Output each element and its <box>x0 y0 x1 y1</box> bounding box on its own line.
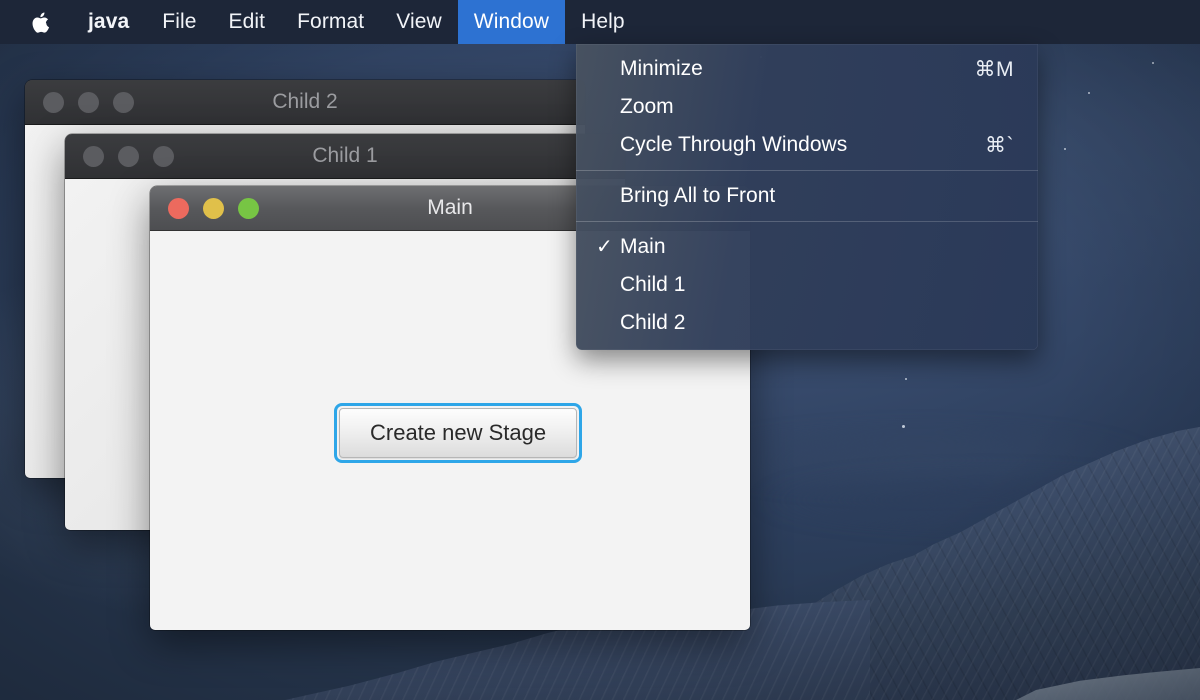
minimize-button-main[interactable] <box>203 197 224 219</box>
traffic-lights-child-1 <box>65 145 174 167</box>
menu-item-label: Help <box>581 10 625 33</box>
menu-item-label: File <box>162 10 197 33</box>
menu-item-label: java <box>88 10 130 33</box>
desktop: Child 2 Child 1 Main Create new Stage ja… <box>0 0 1200 700</box>
titlebar-child-1[interactable]: Child 1 <box>65 134 625 179</box>
menu-bar: java File Edit Format View Window Help <box>0 0 1200 44</box>
menu-option-zoom[interactable]: Zoom <box>576 88 1038 126</box>
menu-option-shortcut: ⌘M <box>974 57 1014 81</box>
traffic-lights-child-2 <box>25 91 134 113</box>
menu-option-label: Zoom <box>620 95 674 118</box>
minimize-button-child-1[interactable] <box>118 145 139 167</box>
checkmark-icon: ✓ <box>596 236 613 258</box>
create-new-stage-button[interactable]: Create new Stage <box>339 408 578 458</box>
close-button-child-2[interactable] <box>43 91 64 113</box>
apple-menu[interactable] <box>0 0 71 44</box>
star-icon <box>905 378 907 380</box>
menu-option-shortcut: ⌘` <box>985 133 1014 157</box>
menu-option-label: Main <box>620 235 666 258</box>
menu-option-label: Bring All to Front <box>620 184 776 207</box>
create-new-stage-button-wrapper: Create new Stage <box>334 403 583 463</box>
maximize-button-child-1[interactable] <box>153 145 174 167</box>
menu-separator <box>576 170 1038 171</box>
menu-item-java[interactable]: java <box>71 0 146 44</box>
menu-item-format[interactable]: Format <box>281 0 380 44</box>
menu-option-bring-all-to-front[interactable]: Bring All to Front <box>576 177 1038 215</box>
menu-item-view[interactable]: View <box>380 0 458 44</box>
traffic-lights-main <box>150 197 259 219</box>
menu-item-label: View <box>396 10 442 33</box>
menu-option-label: Minimize <box>620 57 703 80</box>
menu-option-label: Child 2 <box>620 311 686 334</box>
menu-option-label: Cycle Through Windows <box>620 133 848 156</box>
menu-item-label: Window <box>473 10 550 33</box>
star-icon <box>1152 62 1154 64</box>
menu-separator <box>576 221 1038 222</box>
titlebar-child-2[interactable]: Child 2 <box>25 80 585 125</box>
star-icon <box>902 425 905 428</box>
menu-option-minimize[interactable]: Minimize ⌘M <box>576 50 1038 88</box>
menu-option-label: Child 1 <box>620 273 686 296</box>
maximize-button-child-2[interactable] <box>113 91 134 113</box>
menu-item-label: Edit <box>228 10 266 33</box>
minimize-button-child-2[interactable] <box>78 91 99 113</box>
star-icon <box>1088 92 1090 94</box>
menu-item-help[interactable]: Help <box>565 0 641 44</box>
menu-option-cycle-through-windows[interactable]: Cycle Through Windows ⌘` <box>576 126 1038 164</box>
window-menu-dropdown: Minimize ⌘M Zoom Cycle Through Windows ⌘… <box>576 44 1038 350</box>
menu-option-main[interactable]: ✓ Main <box>576 228 1038 266</box>
menu-item-window[interactable]: Window <box>457 0 566 44</box>
apple-logo-icon <box>31 10 52 35</box>
menu-item-edit[interactable]: Edit <box>213 0 282 44</box>
star-icon <box>1064 148 1066 150</box>
menu-item-label: Format <box>297 10 365 33</box>
menu-option-child-1[interactable]: Child 1 <box>576 266 1038 304</box>
focus-ring: Create new Stage <box>334 403 583 463</box>
close-button-main[interactable] <box>168 197 189 219</box>
menu-item-file[interactable]: File <box>146 0 212 44</box>
close-button-child-1[interactable] <box>83 145 104 167</box>
menu-option-child-2[interactable]: Child 2 <box>576 304 1038 342</box>
maximize-button-main[interactable] <box>238 197 259 219</box>
